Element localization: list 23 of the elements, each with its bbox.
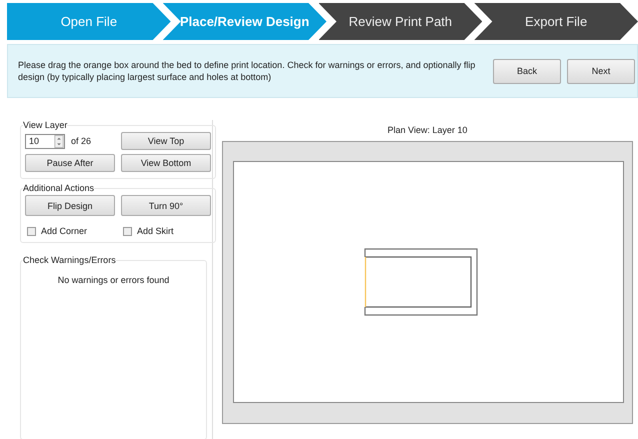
plan-view-title: Plan View: Layer 10 (388, 125, 468, 135)
group-title: View Layer (23, 120, 68, 130)
instruction-text: Please drag the orange box around the bed to define print location. Check for warnings or errors, and optionally flip design (by typically placing largest surface and holes at bottom) (18, 59, 476, 83)
back-button[interactable]: Back (493, 58, 561, 84)
spinner-arrows-icon[interactable] (54, 134, 64, 148)
checkbox[interactable] (27, 226, 36, 236)
group-title: Additional Actions (23, 183, 94, 193)
turn-button[interactable]: Turn 90° (121, 195, 211, 216)
warnings-message: No warnings or errors found (56, 275, 170, 285)
view-bottom-button[interactable]: View Bottom (121, 154, 211, 172)
view-top-button[interactable]: View Top (121, 132, 211, 150)
checkbox[interactable] (123, 226, 132, 236)
step-tab[interactable]: Export File (474, 3, 638, 40)
checkbox-label: Add Skirt (137, 226, 174, 236)
layer-count: of 26 (71, 136, 92, 146)
pause-after-button[interactable]: Pause After (25, 154, 115, 172)
checkbox-label: Add Corner (41, 226, 88, 236)
layer-spinner[interactable]: 10 (25, 134, 65, 148)
step-tab[interactable]: Review Print Path (318, 3, 482, 40)
next-button[interactable]: Next (567, 58, 635, 84)
design-outline-drawing[interactable] (364, 248, 478, 316)
flip-design-button[interactable]: Flip Design (25, 195, 115, 216)
group-title: Check Warnings/Errors (23, 255, 116, 265)
